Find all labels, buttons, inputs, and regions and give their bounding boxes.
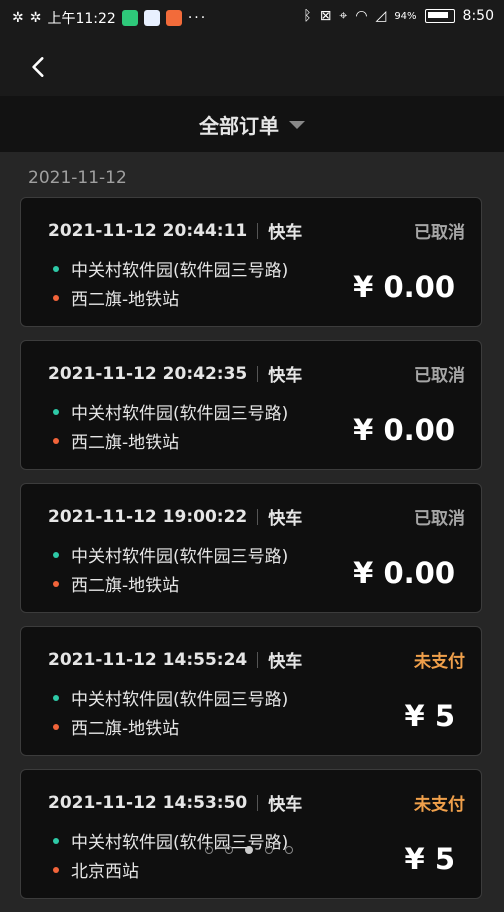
more-notifications: ··· bbox=[187, 10, 208, 26]
order-card[interactable]: 2021-11-12 20:42:35 快车 已取消 中关村软件园(软件园三号路… bbox=[20, 340, 482, 470]
status-bar: ✲ ✲ 上午11:22 ··· ᛒ ⊠ ⌖ ◠ ◿ 94% 8:50 bbox=[0, 0, 504, 40]
shop-app-icon bbox=[165, 10, 182, 26]
destination-dot-icon bbox=[53, 866, 59, 873]
order-type: 快车 bbox=[268, 509, 303, 529]
page-indicator bbox=[205, 846, 293, 854]
order-price: ¥ 0.00 bbox=[353, 270, 455, 304]
order-status: 已取消 bbox=[414, 223, 465, 243]
no-sim-icon: ⊠ bbox=[319, 8, 332, 24]
order-origin: 中关村软件园(软件园三号路) bbox=[71, 547, 289, 567]
order-destination: 西二旗-地铁站 bbox=[71, 290, 180, 310]
caret-down-icon bbox=[289, 121, 305, 129]
order-header: 2021-11-12 19:00:22 快车 bbox=[48, 504, 303, 530]
order-header: 2021-11-12 14:53:50 快车 bbox=[48, 790, 303, 816]
order-header: 2021-11-12 20:44:11 快车 bbox=[48, 218, 303, 244]
sync-icon: ✲ bbox=[29, 10, 42, 26]
destination-dot-icon bbox=[53, 723, 59, 730]
order-origin: 中关村软件园(软件园三号路) bbox=[71, 261, 289, 281]
destination-line: 北京西站 bbox=[53, 857, 139, 882]
page-dot bbox=[245, 846, 253, 854]
wechat-app-icon bbox=[121, 10, 138, 26]
status-time: 上午11:22 bbox=[47, 11, 116, 27]
order-card[interactable]: 2021-11-12 14:53:50 快车 未支付 中关村软件园(软件园三号路… bbox=[20, 769, 482, 899]
origin-line: 中关村软件园(软件园三号路) bbox=[53, 256, 288, 281]
order-origin: 中关村软件园(软件园三号路) bbox=[71, 690, 289, 710]
divider bbox=[257, 794, 259, 811]
back-button[interactable] bbox=[26, 54, 52, 80]
order-status: 已取消 bbox=[414, 366, 465, 386]
battery-percent: 94% bbox=[394, 10, 417, 22]
page-dot bbox=[205, 846, 213, 854]
divider bbox=[257, 651, 259, 668]
order-card[interactable]: 2021-11-12 14:55:24 快车 未支付 中关村软件园(软件园三号路… bbox=[20, 626, 482, 756]
chevron-left-icon bbox=[32, 57, 44, 77]
order-price: ¥ 5 bbox=[404, 842, 455, 876]
order-header: 2021-11-12 20:42:35 快车 bbox=[48, 361, 303, 387]
bluetooth-icon: ᛒ bbox=[303, 8, 312, 24]
order-filter-dropdown[interactable]: 全部订单 bbox=[0, 96, 504, 152]
divider bbox=[257, 508, 259, 525]
order-type: 快车 bbox=[268, 366, 303, 386]
destination-line: 西二旗-地铁站 bbox=[53, 714, 179, 739]
no-signal-icon: ◿ bbox=[375, 8, 387, 24]
order-status: 未支付 bbox=[414, 795, 465, 815]
destination-dot-icon bbox=[53, 294, 59, 301]
divider bbox=[257, 222, 259, 239]
chat-app-icon bbox=[143, 10, 160, 26]
order-card[interactable]: 2021-11-12 19:00:22 快车 已取消 中关村软件园(软件园三号路… bbox=[20, 483, 482, 613]
divider bbox=[257, 365, 259, 382]
status-left: ✲ ✲ 上午11:22 ··· bbox=[12, 8, 207, 28]
order-price: ¥ 0.00 bbox=[353, 556, 455, 590]
origin-dot-icon bbox=[53, 694, 59, 701]
order-destination: 西二旗-地铁站 bbox=[71, 576, 180, 596]
filter-title: 全部订单 bbox=[199, 113, 279, 138]
destination-line: 西二旗-地铁站 bbox=[53, 285, 179, 310]
origin-line: 中关村软件园(软件园三号路) bbox=[53, 685, 288, 710]
origin-dot-icon bbox=[53, 551, 59, 558]
order-datetime: 2021-11-12 20:42:35 bbox=[48, 363, 248, 384]
page-dot bbox=[285, 846, 293, 854]
order-datetime: 2021-11-12 19:00:22 bbox=[48, 506, 248, 527]
wifi-icon: ◠ bbox=[355, 8, 368, 24]
order-origin: 中关村软件园(软件园三号路) bbox=[71, 404, 289, 424]
order-destination: 西二旗-地铁站 bbox=[71, 719, 180, 739]
origin-dot-icon bbox=[53, 837, 59, 844]
order-card[interactable]: 2021-11-12 20:44:11 快车 已取消 中关村软件园(软件园三号路… bbox=[20, 197, 482, 327]
sync-icon: ✲ bbox=[12, 10, 24, 26]
destination-line: 西二旗-地铁站 bbox=[53, 428, 179, 453]
page-dot bbox=[265, 846, 273, 854]
origin-line: 中关村软件园(软件园三号路) bbox=[53, 399, 288, 424]
order-datetime: 2021-11-12 20:44:11 bbox=[48, 220, 248, 241]
origin-line: 中关村软件园(软件园三号路) bbox=[53, 542, 288, 567]
order-header: 2021-11-12 14:55:24 快车 bbox=[48, 647, 303, 673]
origin-dot-icon bbox=[53, 408, 59, 415]
origin-dot-icon bbox=[53, 265, 59, 272]
destination-line: 西二旗-地铁站 bbox=[53, 571, 179, 596]
destination-dot-icon bbox=[53, 580, 59, 587]
order-list: 2021-11-12 20:44:11 快车 已取消 中关村软件园(软件园三号路… bbox=[20, 197, 484, 912]
status-clock: 8:50 bbox=[462, 8, 494, 24]
order-type: 快车 bbox=[268, 652, 303, 672]
order-datetime: 2021-11-12 14:55:24 bbox=[48, 649, 248, 670]
destination-dot-icon bbox=[53, 437, 59, 444]
order-price: ¥ 5 bbox=[404, 699, 455, 733]
page-dot bbox=[225, 846, 233, 854]
order-type: 快车 bbox=[268, 795, 303, 815]
order-destination: 北京西站 bbox=[71, 862, 139, 882]
order-type: 快车 bbox=[268, 223, 303, 243]
order-destination: 西二旗-地铁站 bbox=[71, 433, 180, 453]
date-group-header: 2021-11-12 bbox=[28, 168, 127, 188]
order-price: ¥ 0.00 bbox=[353, 413, 455, 447]
battery-icon bbox=[424, 9, 455, 23]
order-status: 未支付 bbox=[414, 652, 465, 672]
location-icon: ⌖ bbox=[339, 8, 348, 24]
nav-bar bbox=[0, 40, 504, 96]
order-datetime: 2021-11-12 14:53:50 bbox=[48, 792, 248, 813]
order-status: 已取消 bbox=[414, 509, 465, 529]
status-right: ᛒ ⊠ ⌖ ◠ ◿ 94% 8:50 bbox=[303, 8, 494, 24]
